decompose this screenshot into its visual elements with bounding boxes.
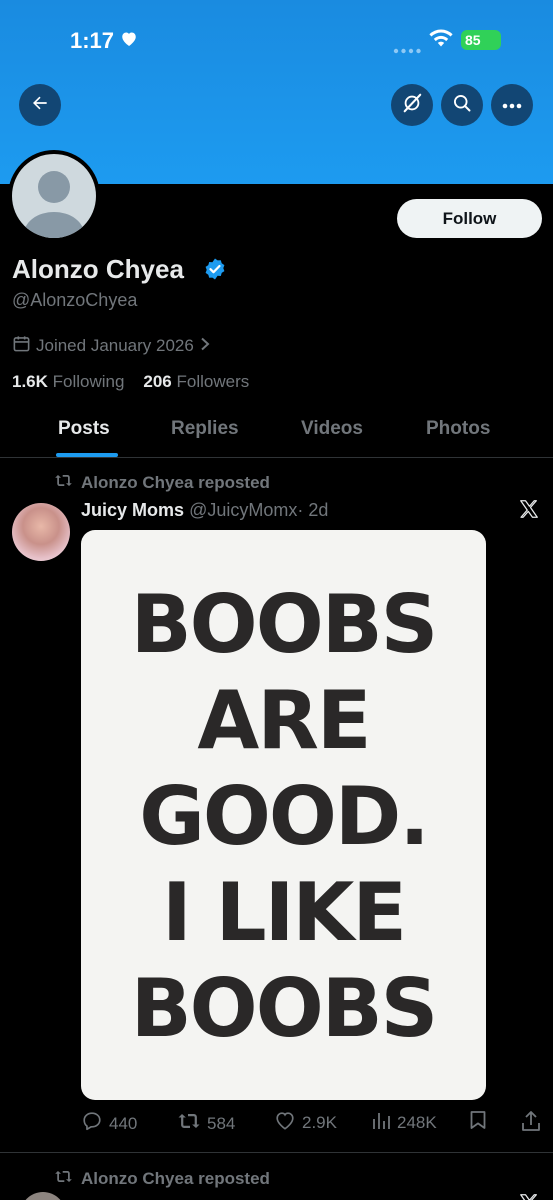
repost-icon [54, 472, 73, 494]
more-icon [502, 96, 522, 114]
repost-button[interactable]: 584 [177, 1110, 235, 1137]
repost-label: Alonzo Chyea reposted [81, 473, 270, 492]
post-author-line[interactable]: Juicy Moms @JuicyMomx· 2d [81, 500, 328, 521]
post-author-name: Juicy Moms [81, 500, 185, 520]
wifi-icon [428, 28, 454, 53]
post-image[interactable]: BOOBS ARE GOOD. I LIKE BOOBS [81, 530, 486, 1100]
active-tab-indicator [56, 453, 118, 457]
post-divider [0, 1152, 553, 1153]
follow-button[interactable]: Follow [397, 199, 542, 238]
follow-stats: 1.6K Following 206 Followers [12, 372, 249, 392]
image-text-line: BOOBS [130, 578, 439, 671]
profile-avatar[interactable] [8, 150, 100, 242]
x-logo-icon [518, 498, 540, 525]
followers-label: Followers [176, 372, 250, 391]
followers-count: 206 [143, 372, 172, 391]
views-button[interactable]: 248K [371, 1110, 437, 1135]
arrow-left-icon [30, 93, 50, 118]
tab-posts[interactable]: Posts [58, 418, 110, 440]
heart-outline-icon [274, 1110, 296, 1136]
like-count: 2.9K [302, 1113, 337, 1132]
grok-icon [401, 92, 423, 119]
reply-button[interactable]: 440 [81, 1110, 137, 1137]
profile-tabs: Posts Replies Videos Photos [0, 408, 553, 458]
repost-count: 584 [207, 1113, 236, 1133]
joined-label: Joined January 2026 [36, 336, 194, 355]
tab-videos[interactable]: Videos [301, 418, 363, 440]
repost-icon [54, 1168, 73, 1190]
bookmark-button[interactable] [469, 1110, 487, 1135]
profile-handle: @AlonzoChyea [12, 290, 138, 310]
image-text-line: ARE [197, 674, 371, 767]
views-icon [371, 1110, 391, 1135]
calendar-icon [12, 334, 31, 358]
signal-dots-icon [393, 41, 421, 59]
following-link[interactable]: 1.6K Following [12, 372, 124, 391]
verified-badge-icon[interactable] [203, 257, 227, 286]
grok-button[interactable] [391, 84, 433, 126]
chevron-right-icon [199, 336, 211, 356]
reply-icon [81, 1110, 103, 1137]
default-avatar-icon [12, 154, 96, 238]
image-text-line: BOOBS [130, 962, 439, 1055]
image-text-line: GOOD. [139, 770, 429, 863]
tab-photos[interactable]: Photos [426, 418, 490, 440]
repost-indicator: Alonzo Chyea reposted [54, 472, 270, 494]
share-icon [521, 1110, 541, 1137]
search-button[interactable] [441, 84, 483, 126]
battery-indicator: 85 [461, 30, 501, 50]
image-text-line: I LIKE [162, 866, 407, 959]
profile-display-name: Alonzo Chyea [12, 254, 184, 284]
post-author-handle: @JuicyMomx [189, 500, 298, 520]
views-count: 248K [397, 1112, 437, 1132]
followers-link[interactable]: 206 Followers [143, 372, 249, 391]
repost-icon [177, 1110, 201, 1137]
status-bar: 1:17 85 [0, 0, 553, 84]
post-author-avatar[interactable] [20, 1192, 66, 1200]
status-time: 1:17 [70, 28, 115, 53]
joined-date[interactable]: Joined January 2026 [12, 334, 211, 358]
search-icon [452, 93, 472, 118]
bookmark-icon [469, 1110, 487, 1135]
back-button[interactable] [19, 84, 61, 126]
repost-label: Alonzo Chyea reposted [81, 1169, 270, 1188]
reply-count: 440 [109, 1113, 138, 1133]
post-actions: 440 584 2.9K 248K [81, 1110, 543, 1138]
like-button[interactable]: 2.9K [274, 1110, 337, 1136]
following-label: Following [52, 372, 125, 391]
post-time: · 2d [297, 500, 329, 520]
tab-replies[interactable]: Replies [171, 418, 239, 440]
repost-indicator: Alonzo Chyea reposted [54, 1168, 270, 1190]
x-logo-icon [518, 1192, 540, 1200]
post-author-avatar[interactable] [12, 503, 70, 561]
share-button[interactable] [521, 1110, 541, 1137]
more-button[interactable] [491, 84, 533, 126]
heart-icon [120, 30, 138, 52]
following-count: 1.6K [12, 372, 48, 391]
